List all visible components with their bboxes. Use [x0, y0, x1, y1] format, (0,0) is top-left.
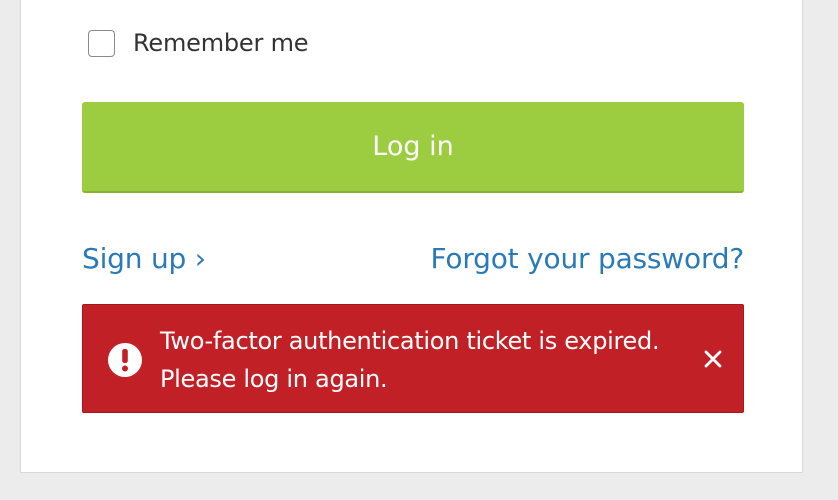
alert-message: Two-factor authentication ticket is expi…: [160, 322, 700, 398]
remember-me-label[interactable]: Remember me: [133, 29, 309, 57]
forgot-password-link[interactable]: Forgot your password?: [431, 242, 745, 275]
checkbox-box[interactable]: [88, 29, 115, 57]
alert-message-line2: Please log in again.: [160, 365, 388, 393]
exclamation-circle-icon: [108, 343, 142, 377]
remember-me-checkbox[interactable]: Remember me: [88, 28, 309, 58]
error-alert: Two-factor authentication ticket is expi…: [82, 304, 744, 413]
login-button[interactable]: Log in: [82, 102, 744, 193]
close-icon[interactable]: [701, 347, 725, 371]
signup-link[interactable]: Sign up ›: [82, 242, 206, 275]
alert-message-line1: Two-factor authentication ticket is expi…: [160, 327, 660, 355]
